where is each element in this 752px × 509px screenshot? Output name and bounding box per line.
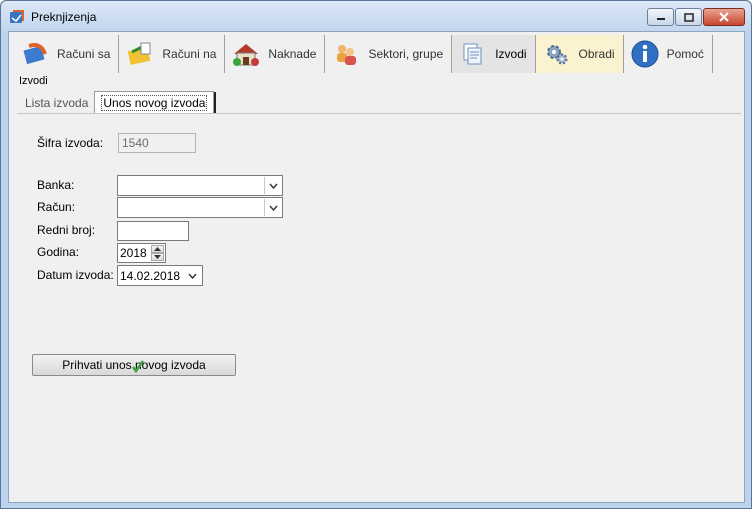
- info-icon: [630, 39, 660, 69]
- tab-strip: Lista izvoda Unos novog izvoda: [19, 91, 217, 113]
- fees-house-icon: [231, 39, 261, 69]
- client-area: Računi sa Računi na Naknade Sektori, gru…: [8, 31, 745, 503]
- redni-broj-field[interactable]: [117, 221, 189, 241]
- toolbar-naknade[interactable]: Naknade: [225, 35, 326, 73]
- toolbar-sektori-grupe[interactable]: Sektori, grupe: [325, 35, 453, 73]
- toolbar: Računi sa Računi na Naknade Sektori, gru…: [14, 35, 713, 73]
- toolbar-racuni-na[interactable]: Računi na: [119, 35, 226, 73]
- submit-button[interactable]: Prihvati unos novog izvoda: [32, 354, 236, 376]
- toolbar-label: Naknade: [268, 47, 317, 61]
- chevron-down-icon[interactable]: [264, 199, 281, 216]
- racun-label: Račun:: [37, 200, 76, 214]
- datum-picker[interactable]: 14.02.2018: [117, 265, 203, 286]
- spin-up-icon[interactable]: [151, 245, 164, 253]
- minimize-button[interactable]: [647, 8, 674, 26]
- title-bar[interactable]: Preknjizenja: [1, 1, 751, 31]
- toolbar-label: Obradi: [578, 47, 615, 61]
- people-group-icon: [331, 39, 361, 69]
- toolbar-racuni-sa[interactable]: Računi sa: [14, 35, 120, 73]
- form-panel: Šifra izvoda: 1540 Banka: Račun: Redni b…: [17, 113, 741, 499]
- spin-buttons[interactable]: [151, 245, 164, 261]
- toolbar-label: Sektori, grupe: [368, 47, 444, 61]
- chevron-down-icon[interactable]: [264, 177, 281, 194]
- toolbar-izvodi[interactable]: Izvodi: [452, 35, 536, 73]
- godina-stepper[interactable]: 2018: [117, 243, 166, 263]
- sifra-field: 1540: [118, 133, 196, 153]
- toolbar-label: Računi na: [162, 47, 217, 61]
- toolbar-label: Pomoć: [666, 47, 704, 61]
- incoming-invoice-icon: [125, 39, 155, 69]
- toolbar-label: Računi sa: [57, 47, 111, 61]
- godina-value: 2018: [120, 246, 147, 260]
- close-icon: [719, 12, 729, 22]
- gears-icon: [542, 39, 572, 69]
- maximize-button[interactable]: [675, 8, 702, 26]
- app-icon: [10, 10, 24, 23]
- racun-value: [118, 198, 282, 204]
- outgoing-invoice-icon: [20, 39, 50, 69]
- banka-label: Banka:: [37, 178, 75, 192]
- sifra-label: Šifra izvoda:: [37, 136, 104, 150]
- documents-icon: [458, 39, 488, 69]
- toolbar-pomoc[interactable]: Pomoć: [624, 35, 713, 73]
- section-label: Izvodi: [19, 75, 48, 87]
- banka-value: [118, 176, 282, 182]
- close-button[interactable]: [703, 8, 745, 26]
- app-window: Preknjizenja Računi sa Računi na Naknade…: [0, 0, 752, 509]
- tab-unos-novog-izvoda[interactable]: Unos novog izvoda: [94, 91, 217, 113]
- tab-label: Lista izvoda: [25, 96, 89, 110]
- banka-select[interactable]: [117, 175, 283, 196]
- godina-label: Godina:: [37, 245, 80, 259]
- toolbar-obradi[interactable]: Obradi: [535, 35, 624, 73]
- tab-label: Unos novog izvoda: [101, 95, 208, 111]
- tab-lista-izvoda[interactable]: Lista izvoda: [19, 92, 94, 113]
- checkmark-icon: [132, 360, 145, 373]
- racun-select[interactable]: [117, 197, 283, 218]
- toolbar-label: Izvodi: [495, 47, 527, 61]
- chevron-down-icon[interactable]: [184, 267, 201, 284]
- minimize-icon: [656, 18, 665, 20]
- redni-broj-label: Redni broj:: [37, 223, 96, 237]
- spin-down-icon[interactable]: [151, 253, 164, 261]
- datum-label: Datum izvoda:: [37, 268, 114, 282]
- window-title: Preknjizenja: [31, 10, 97, 24]
- maximize-icon: [683, 12, 694, 22]
